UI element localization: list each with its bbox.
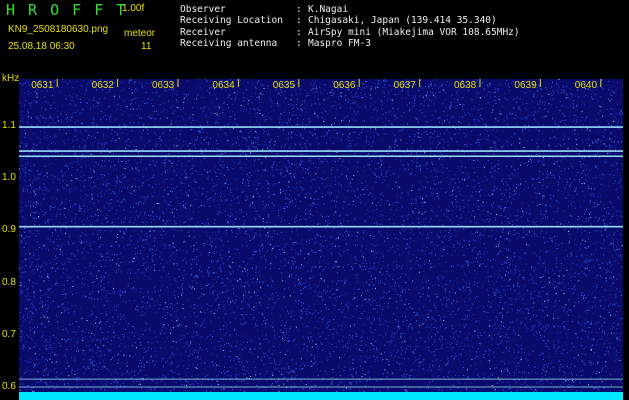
x-tick-label: 0635 [272, 80, 296, 91]
y-tick-label: 0.8 [2, 276, 16, 288]
y-axis-unit-label: kHz [2, 73, 20, 84]
x-tick-label: 0637 [393, 80, 416, 91]
info-label: Observer [180, 4, 226, 15]
app-version: 1.00f [122, 3, 145, 14]
spectrogram-plot [19, 79, 623, 400]
x-tick-label: 0631 [31, 80, 54, 91]
info-separator: : [296, 27, 302, 38]
info-separator: : [296, 15, 302, 26]
y-tick-label: 1.1 [2, 119, 16, 131]
x-tick-label: 0632 [91, 80, 114, 91]
meteor-label: meteor [124, 28, 156, 39]
y-tick-label: 0.9 [2, 224, 16, 236]
x-tick-label: 0633 [152, 80, 175, 91]
y-tick-label: 0.6 [2, 380, 16, 392]
y-tick-label: 1.0 [2, 172, 16, 184]
info-value: AirSpy mini (Miakejima VOR 108.65MHz) [308, 27, 520, 38]
info-row-location: Receiving Location: Chigasaki, Japan (139… [180, 15, 497, 27]
x-tick-label: 0638 [454, 80, 477, 91]
info-label: Receiving antenna [180, 38, 278, 49]
info-value: Maspro FM-3 [308, 38, 371, 49]
info-value: Chigasaki, Japan (139.414 35.340) [308, 15, 497, 26]
info-label: Receiving Location [180, 15, 283, 26]
x-tick-label: 0639 [514, 80, 537, 91]
app-title: H R O F F T [6, 1, 128, 19]
info-separator: : [296, 4, 302, 15]
image-filename: KN9_2508180630.png [8, 24, 109, 35]
capture-datetime: 25.08.18 06:30 [8, 41, 75, 52]
info-separator: : [296, 38, 302, 49]
info-label: Receiver [180, 27, 226, 38]
y-tick-label: 0.7 [2, 328, 16, 340]
info-value: K.Nagai [308, 4, 349, 15]
info-row-antenna: Receiving antenna: Maspro FM-3 [180, 38, 371, 50]
x-tick-label: 0634 [212, 80, 235, 91]
meteor-count: 11 [141, 41, 152, 52]
x-tick-label: 0640 [574, 80, 598, 91]
x-tick-label: 0636 [333, 80, 356, 91]
bottom-band [19, 392, 623, 400]
